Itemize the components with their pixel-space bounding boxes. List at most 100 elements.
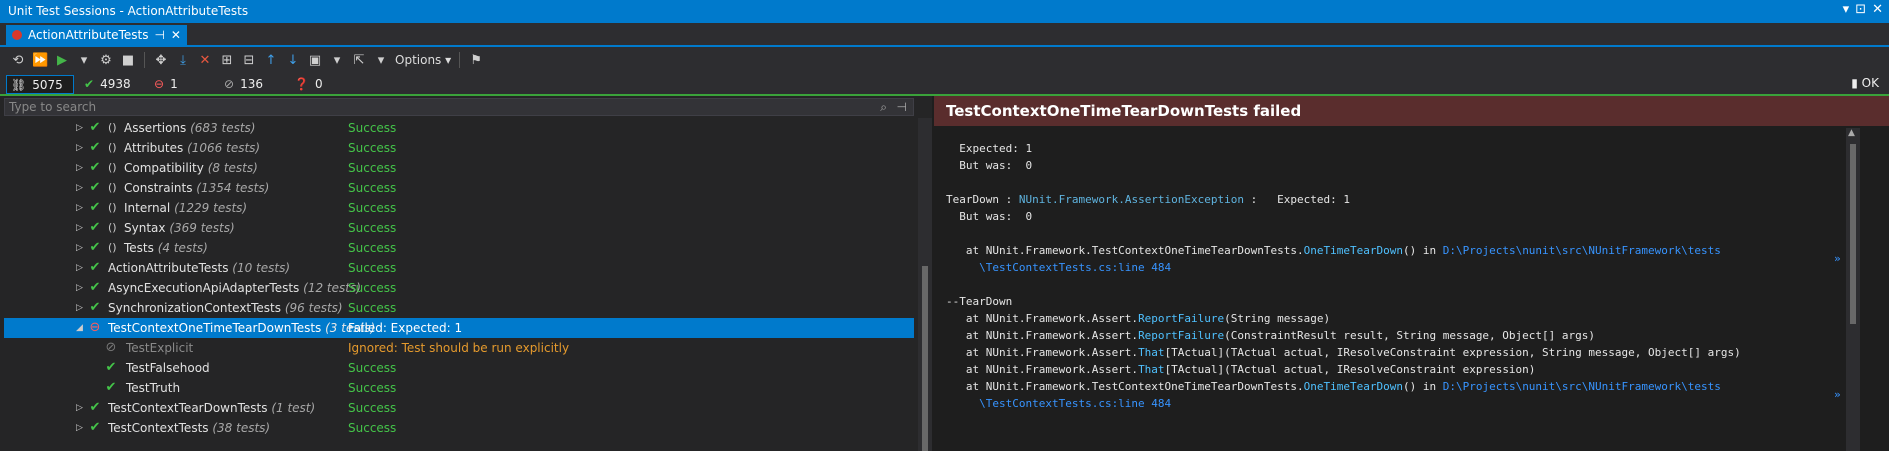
failed-icon: ⊖ — [89, 320, 101, 335]
stack-frame: at NUnit.Framework.Assert.That[TActual](… — [946, 346, 1741, 359]
stack-frame: at NUnit.Framework.TestContextOneTimeTea… — [946, 380, 1721, 393]
expand-icon[interactable]: ▷ — [76, 258, 83, 278]
search-pin-icon[interactable]: ⊣ — [897, 99, 907, 115]
maximize-icon[interactable]: ⊡ — [1855, 2, 1866, 17]
output-line: --TearDown — [946, 295, 1013, 308]
tree-row-async-execution[interactable]: ▷ ✔ AsyncExecutionApiAdapterTests (12 te… — [4, 278, 914, 298]
status-icon: ▮ — [1851, 76, 1858, 90]
source-link[interactable]: \TestContextTests.cs:line 484 — [946, 261, 1171, 274]
scroll-up-icon[interactable]: ▲ — [1848, 128, 1855, 138]
tree-item-name: AsyncExecutionApiAdapterTests (12 tests) — [108, 281, 361, 295]
options-button[interactable]: Options ▾ — [395, 53, 451, 67]
passed-icon: ✔ — [89, 260, 101, 275]
status-text: OK — [1861, 76, 1879, 90]
tree-scrollbar-thumb[interactable] — [922, 266, 928, 451]
dropdown-icon[interactable]: ▾ — [1843, 2, 1850, 17]
passed-icon: ✔ — [89, 200, 101, 215]
tree-row-tests[interactable]: ▷ ✔ () Tests (4 tests) Success — [4, 238, 914, 258]
expand-icon[interactable]: ▷ — [76, 398, 83, 418]
tree-row-one-time-teardown[interactable]: ◢ ⊖ TestContextOneTimeTearDownTests (3 t… — [4, 318, 914, 338]
tree-item-status: Success — [348, 141, 397, 155]
tree-item-status: Success — [348, 261, 397, 275]
expand-icon[interactable]: ▷ — [76, 218, 83, 238]
ignored-tests-filter[interactable]: ⊘ 136 — [224, 75, 263, 92]
tree-row-assertions[interactable]: ▷ ✔ () Assertions (683 tests) Success — [4, 118, 914, 138]
tree-row-internal[interactable]: ▷ ✔ () Internal (1229 tests) Success — [4, 198, 914, 218]
tree-scrollbar[interactable] — [918, 118, 932, 451]
expand-icon[interactable]: ▷ — [76, 278, 83, 298]
layout-dropdown-icon[interactable]: ▾ — [329, 53, 345, 68]
source-link[interactable]: D:\Projects\nunit\src\NUnitFramework\tes… — [1443, 380, 1721, 393]
result-output: Expected: 1 But was: 0 TearDown : NUnit.… — [946, 140, 1851, 412]
filter-icon[interactable]: ⚑ — [468, 53, 484, 68]
failed-tests-filter[interactable]: ⊖ 1 — [154, 75, 178, 92]
search-input[interactable]: Type to search ⌕ ⊣ — [4, 98, 914, 116]
run-dropdown-icon[interactable]: ▾ — [76, 53, 92, 68]
tree-row-action-attribute-tests[interactable]: ▷ ✔ ActionAttributeTests (10 tests) Succ… — [4, 258, 914, 278]
tree-item-status: Success — [348, 181, 397, 195]
tree-row-test-falsehood[interactable]: ✔ TestFalsehood Success — [4, 358, 914, 378]
passed-icon: ✔ — [89, 240, 101, 255]
tree-item-name: TestExplicit — [126, 341, 194, 355]
collapse-all-icon[interactable]: ⊟ — [241, 53, 257, 68]
track-icon[interactable]: ✥ — [153, 53, 169, 68]
tree-item-status: Success — [348, 421, 397, 435]
stop-icon[interactable]: ■ — [120, 53, 136, 68]
tree-row-syntax[interactable]: ▷ ✔ () Syntax (369 tests) Success — [4, 218, 914, 238]
tree-row-synchronization-context[interactable]: ▷ ✔ SynchronizationContextTests (96 test… — [4, 298, 914, 318]
close-icon[interactable]: ✕ — [1872, 2, 1883, 17]
layout-icon[interactable]: ▣ — [307, 53, 323, 68]
passed-tests-filter[interactable]: ✔ 4938 — [84, 75, 131, 92]
expand-icon[interactable]: ▷ — [76, 238, 83, 258]
passed-icon: ✔ — [89, 420, 101, 435]
previous-icon[interactable]: ↑ — [263, 53, 279, 68]
unknown-tests-filter[interactable]: ❓ 0 — [294, 75, 323, 92]
output-scrollbar[interactable]: ▲ — [1846, 128, 1860, 451]
pin-icon[interactable]: ⊣ — [154, 28, 164, 42]
toolbar-separator — [459, 52, 461, 68]
stack-frame: at NUnit.Framework.TestContextOneTimeTea… — [946, 244, 1721, 257]
search-icon[interactable]: ⌕ — [880, 99, 887, 115]
export-dropdown-icon[interactable]: ▾ — [373, 53, 389, 68]
stack-frame: at NUnit.Framework.Assert.ReportFailure(… — [946, 329, 1596, 342]
expand-icon[interactable]: ▷ — [76, 198, 83, 218]
next-icon[interactable]: ↓ — [285, 53, 301, 68]
passed-icon: ✔ — [89, 220, 101, 235]
passed-icon: ✔ — [89, 120, 101, 135]
tree-item-name: Tests (4 tests) — [124, 241, 208, 255]
expand-all-icon[interactable]: ⊞ — [219, 53, 235, 68]
remove-icon[interactable]: ✕ — [197, 53, 213, 68]
expand-icon[interactable]: ▷ — [76, 418, 83, 438]
tree-row-test-context-tests[interactable]: ▷ ✔ TestContextTests (38 tests) Success — [4, 418, 914, 438]
tree-row-teardown-tests[interactable]: ▷ ✔ TestContextTearDownTests (1 test) Su… — [4, 398, 914, 418]
import-icon[interactable]: ⤓ — [175, 53, 191, 68]
tree-row-test-explicit[interactable]: ⊘ TestExplicit Ignored: Test should be r… — [4, 338, 914, 358]
debug-icon[interactable]: ⚙ — [98, 53, 114, 68]
tree-row-attributes[interactable]: ▷ ✔ () Attributes (1066 tests) Success — [4, 138, 914, 158]
run-icon[interactable]: ▶ — [54, 53, 70, 68]
expand-icon[interactable]: ▷ — [76, 138, 83, 158]
question-icon: ❓ — [294, 76, 309, 91]
tree-row-constraints[interactable]: ▷ ✔ () Constraints (1354 tests) Success — [4, 178, 914, 198]
namespace-icon: () — [108, 141, 117, 154]
expand-icon[interactable]: ▷ — [76, 178, 83, 198]
tree-item-status: Success — [348, 241, 397, 255]
tree-item-status: Success — [348, 361, 397, 375]
run-all-icon[interactable]: ⏩ — [32, 53, 48, 68]
export-icon[interactable]: ⇱ — [351, 53, 367, 68]
refresh-icon[interactable]: ⟲ — [10, 53, 26, 68]
expand-icon[interactable]: ▷ — [76, 118, 83, 138]
collapse-icon[interactable]: ◢ — [76, 318, 83, 338]
namespace-icon: () — [108, 121, 117, 134]
expand-icon[interactable]: ▷ — [76, 158, 83, 178]
expand-icon[interactable]: ▷ — [76, 298, 83, 318]
tab-close-icon[interactable]: ✕ — [171, 28, 181, 42]
source-link[interactable]: \TestContextTests.cs:line 484 — [946, 397, 1171, 410]
tree-row-compatibility[interactable]: ▷ ✔ () Compatibility (8 tests) Success — [4, 158, 914, 178]
overflow-marker: » — [1834, 252, 1841, 265]
output-scrollbar-thumb[interactable] — [1850, 144, 1856, 324]
tab-action-attribute-tests[interactable]: ActionAttributeTests ⊣ ✕ — [6, 25, 187, 45]
total-tests-filter[interactable]: ⛓ 5075 — [6, 75, 74, 94]
source-link[interactable]: D:\Projects\nunit\src\NUnitFramework\tes… — [1443, 244, 1721, 257]
tree-row-test-truth[interactable]: ✔ TestTruth Success — [4, 378, 914, 398]
